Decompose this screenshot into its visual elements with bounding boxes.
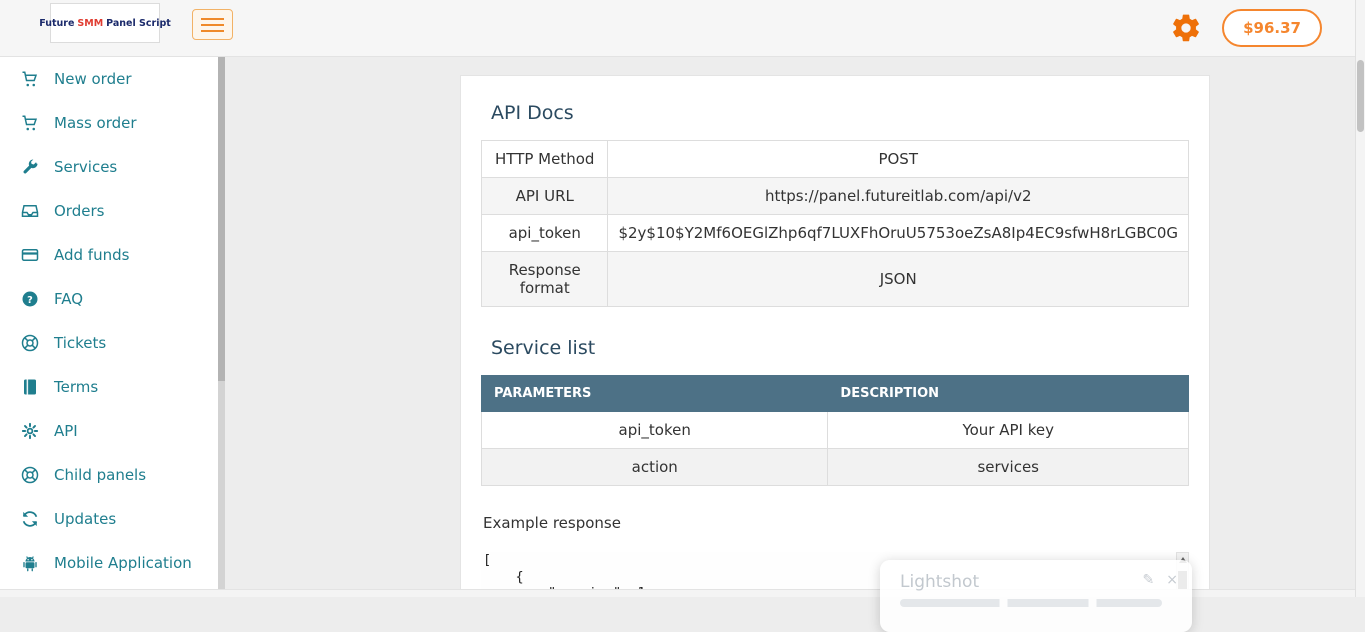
logo-text-accent: SMM <box>77 18 103 29</box>
credit-card-icon <box>21 246 39 264</box>
service-list-row: actionservices <box>482 449 1189 486</box>
service-list-row: api_tokenYour API key <box>482 412 1189 449</box>
api-docs-row-label: API URL <box>482 178 608 215</box>
api-docs-row-label: Response format <box>482 252 608 307</box>
sidebar-item-label: Add funds <box>54 246 129 264</box>
book-icon <box>21 378 39 396</box>
sidebar-item-child-panels[interactable]: Child panels <box>0 453 218 497</box>
vertical-scrollbar[interactable] <box>1355 0 1365 597</box>
service-description-cell: Your API key <box>828 412 1189 449</box>
sidebar-scrollbar[interactable] <box>218 57 225 597</box>
sidebar-item-updates[interactable]: Updates <box>0 497 218 541</box>
android-icon <box>21 554 39 572</box>
lightshot-overlay: Lightshot ✎ × <box>880 560 1192 632</box>
wrench-icon <box>21 158 39 176</box>
refresh-icon <box>21 510 39 528</box>
settings-gear-icon[interactable] <box>1170 12 1202 44</box>
sidebar-item-label: API <box>54 422 78 440</box>
sidebar-item-label: FAQ <box>54 290 83 308</box>
parameters-column-header: PARAMETERS <box>482 376 828 412</box>
description-column-header: DESCRIPTION <box>828 376 1189 412</box>
logo-text: Panel Script <box>106 18 171 29</box>
sidebar-item-label: Services <box>54 158 117 176</box>
vertical-scrollbar-thumb[interactable] <box>1357 60 1364 132</box>
inbox-icon <box>21 202 39 220</box>
balance-pill[interactable]: $96.37 <box>1222 9 1322 47</box>
life-ring-icon <box>21 334 39 352</box>
api-docs-row: Response formatJSON <box>482 252 1189 307</box>
sidebar-item-label: Orders <box>54 202 104 220</box>
sidebar-item-mobile-application[interactable]: Mobile Application <box>0 541 218 585</box>
question-circle-icon: ? <box>21 290 39 308</box>
api-docs-row: API URLhttps://panel.futureitlab.com/api… <box>482 178 1189 215</box>
api-docs-table: HTTP MethodPOSTAPI URLhttps://panel.futu… <box>481 140 1189 307</box>
sidebar-item-orders[interactable]: Orders <box>0 189 218 233</box>
sidebar-item-label: Child panels <box>54 466 146 484</box>
sidebar-item-terms[interactable]: Terms <box>0 365 218 409</box>
cart-icon <box>21 114 39 132</box>
app-logo[interactable]: Future SMM Panel Script <box>50 3 160 43</box>
service-list-header-row: PARAMETERS DESCRIPTION <box>482 376 1189 412</box>
menu-toggle-button[interactable] <box>192 9 233 40</box>
hamburger-menu-icon <box>201 18 224 20</box>
service-description-cell: services <box>828 449 1189 486</box>
sidebar-item-new-order[interactable]: New order <box>0 57 218 101</box>
svg-text:?: ? <box>27 295 33 306</box>
api-docs-row-value: POST <box>608 141 1189 178</box>
service-parameter-cell: action <box>482 449 828 486</box>
api-docs-row-value: https://panel.futureitlab.com/api/v2 <box>608 178 1189 215</box>
sidebar-item-tickets[interactable]: Tickets <box>0 321 218 365</box>
pencil-icon[interactable]: ✎ <box>1143 572 1155 588</box>
api-docs-row-value: $2y$10$Y2Mf6OEGlZhp6qf7LUXFhOruU5753oeZs… <box>608 215 1189 252</box>
lightshot-title: Lightshot <box>900 572 1172 592</box>
sidebar-item-mass-order[interactable]: Mass order <box>0 101 218 145</box>
close-icon[interactable]: × <box>1166 572 1178 588</box>
example-response-label: Example response <box>483 514 1189 532</box>
sidebar-item-api[interactable]: API <box>0 409 218 453</box>
logo-text: Future <box>39 18 74 29</box>
sidebar-menu: New order Mass order Services Orders Add fun… <box>0 57 218 585</box>
sidebar-scrollbar-thumb[interactable] <box>218 57 225 381</box>
api-docs-card: API Docs HTTP MethodPOSTAPI URLhttps://p… <box>460 75 1210 597</box>
service-parameter-cell: api_token <box>482 412 828 449</box>
api-docs-title: API Docs <box>491 102 1179 124</box>
life-ring-icon <box>21 466 39 484</box>
sidebar: New order Mass order Services Orders Add fun… <box>0 57 218 597</box>
api-docs-row-value: JSON <box>608 252 1189 307</box>
sidebar-item-faq[interactable]: ? FAQ <box>0 277 218 321</box>
top-bar: Future SMM Panel Script $96.37 <box>0 0 1365 57</box>
gear-icon <box>21 422 39 440</box>
sidebar-item-label: Tickets <box>54 334 106 352</box>
cart-icon <box>21 70 39 88</box>
api-docs-row: HTTP MethodPOST <box>482 141 1189 178</box>
sidebar-item-label: New order <box>54 70 131 88</box>
sidebar-item-label: Mass order <box>54 114 137 132</box>
main-content: API Docs HTTP MethodPOSTAPI URLhttps://p… <box>225 57 1355 597</box>
sidebar-item-label: Mobile Application <box>54 554 192 572</box>
api-docs-row-label: api_token <box>482 215 608 252</box>
service-list-title: Service list <box>491 337 1179 359</box>
service-list-table: PARAMETERS DESCRIPTION api_tokenYour API… <box>481 375 1189 486</box>
sidebar-item-label: Terms <box>54 378 98 396</box>
sidebar-item-label: Updates <box>54 510 116 528</box>
lightshot-hint-text <box>900 599 1162 607</box>
sidebar-item-services[interactable]: Services <box>0 145 218 189</box>
api-docs-row: api_token$2y$10$Y2Mf6OEGlZhp6qf7LUXFhOru… <box>482 215 1189 252</box>
balance-amount: $96.37 <box>1243 19 1301 37</box>
sidebar-item-add-funds[interactable]: Add funds <box>0 233 218 277</box>
api-docs-row-label: HTTP Method <box>482 141 608 178</box>
